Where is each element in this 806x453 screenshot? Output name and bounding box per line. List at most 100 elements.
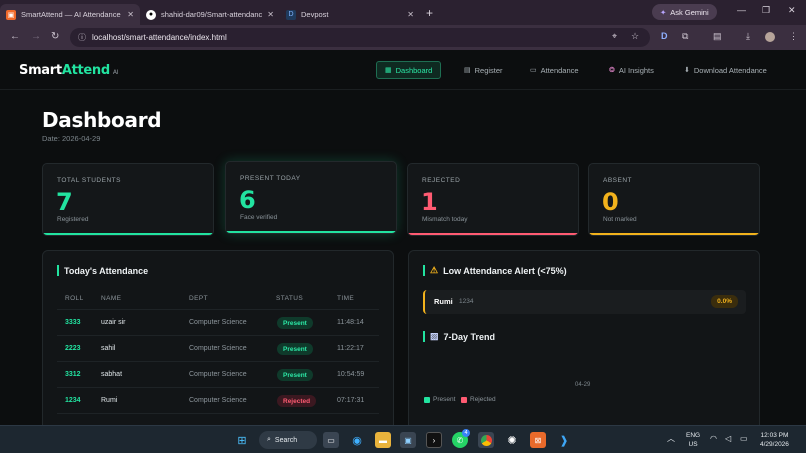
stat-sub: Face verified [240, 214, 278, 221]
download-icon[interactable]: ⤓ [746, 31, 750, 42]
column-header-dept[interactable]: DEPT [189, 295, 208, 302]
cell-dept: Computer Science [189, 397, 247, 404]
table-row[interactable]: 3312 sabhat Computer Science Present 10:… [57, 361, 379, 387]
clock[interactable]: 12:03 PM 4/29/2026 [760, 431, 789, 449]
nav-download-attendance[interactable]: ⬇ Download Attendance [676, 61, 775, 79]
download-icon: ⬇ [684, 67, 690, 74]
top-navigation: SmartAttend AI ▦ Dashboard ▤ Register ▭ A… [0, 50, 806, 90]
language-indicator[interactable]: ENG US [686, 431, 700, 449]
url-input[interactable]: ⓘ localhost/smart-attendance/index.html [70, 28, 650, 47]
cell-time: 10:54:59 [337, 371, 365, 378]
column-header-time[interactable]: TIME [337, 295, 354, 302]
maximize-icon[interactable]: ❐ [762, 5, 770, 16]
close-tab-icon[interactable]: ✕ [267, 10, 274, 19]
file-explorer-icon[interactable]: ▬ [375, 432, 391, 448]
app-logo[interactable]: SmartAttend AI [19, 63, 118, 78]
taskbar-search[interactable]: ⌕ Search [259, 431, 317, 449]
profile-avatar[interactable] [765, 32, 775, 42]
column-header-roll[interactable]: ROLL [65, 295, 84, 302]
cell-dept: Computer Science [189, 345, 247, 352]
low-attendance-item[interactable]: Rumi 1234 0.0% [423, 290, 746, 314]
tab-title: shahid-dar09/Smart-attendance [161, 10, 263, 19]
chart-icon: ▦ [385, 67, 392, 74]
table-row[interactable]: 2223 sahil Computer Science Present 11:2… [57, 335, 379, 361]
stat-sub: Registered [57, 216, 89, 223]
cell-dept: Computer Science [189, 319, 247, 326]
tab-smartattend[interactable]: ▣ SmartAttend — AI Attendance ✕ [0, 4, 140, 25]
devpost-favicon: D [286, 9, 296, 20]
table-row[interactable]: 3333 uzair sir Computer Science Present … [57, 309, 379, 335]
stat-accent-bar [589, 233, 759, 235]
stat-card-present-today: PRESENT TODAY 6 Face verified [225, 161, 397, 234]
xampp-icon[interactable]: ⊠ [530, 432, 546, 448]
stat-sub: Not marked [603, 216, 637, 223]
close-tab-icon[interactable]: ✕ [407, 10, 414, 19]
minimize-icon[interactable]: — [737, 5, 746, 15]
reload-icon[interactable]: ↻ [51, 31, 59, 42]
column-header-status[interactable]: STATUS [276, 295, 303, 302]
bookmark-star-icon[interactable]: ☆ [631, 31, 639, 42]
tab-devpost[interactable]: D Devpost ✕ [280, 4, 420, 25]
ask-gemini-button[interactable]: ✦ Ask Gemini [652, 4, 717, 20]
tab-title: Devpost [301, 10, 329, 19]
cell-name: sabhat [101, 371, 123, 378]
windows-start-icon[interactable]: ⊞ [234, 432, 250, 448]
new-tab-icon[interactable]: + [426, 6, 433, 20]
chatgpt-icon[interactable]: ✺ [504, 432, 520, 448]
attendance-percent-badge: 0.0% [711, 295, 738, 308]
nav-register[interactable]: ▤ Register [456, 61, 511, 79]
cell-roll: 2223 [65, 345, 81, 352]
task-view-icon[interactable]: ▭ [323, 432, 339, 448]
clock-date: 4/29/2026 [760, 441, 789, 448]
table-row[interactable]: 1234 Rumi Computer Science Rejected 07:1… [57, 387, 379, 413]
legend-rejected[interactable]: Rejected [461, 396, 496, 403]
forward-icon[interactable]: → [31, 31, 41, 42]
battery-icon[interactable]: ▭ [740, 434, 748, 443]
column-header-name[interactable]: NAME [101, 295, 121, 302]
address-bar-row: ← → ↻ ⓘ localhost/smart-attendance/index… [0, 25, 806, 50]
wifi-icon[interactable]: ◠ [710, 434, 717, 443]
nav-ai-insights[interactable]: ❂ AI Insights [601, 61, 662, 79]
stat-label: PRESENT TODAY [240, 175, 301, 182]
insights-panel: ⚠ Low Attendance Alert (<75%) Rumi 1234 … [408, 250, 760, 425]
cell-time: 11:22:17 [337, 345, 364, 352]
page-title: Dashboard [42, 108, 162, 132]
search-icon: ⌕ [267, 436, 271, 443]
logo-suffix: AI [112, 69, 119, 76]
lang-bottom: US [688, 441, 698, 448]
tab-github[interactable]: ● shahid-dar09/Smart-attendance ✕ [140, 4, 280, 25]
tab-title: SmartAttend — AI Attendance [21, 10, 121, 19]
close-window-icon[interactable]: ✕ [788, 5, 796, 16]
location-icon[interactable]: ⌖ [612, 31, 617, 42]
table-row[interactable] [57, 413, 379, 425]
legend-present[interactable]: Present [424, 396, 455, 403]
cell-name: sahil [101, 345, 116, 352]
menu-kebab-icon[interactable]: ⋮ [789, 31, 798, 42]
terminal-icon[interactable]: › [426, 432, 442, 448]
extensions-puzzle-icon[interactable]: ⧉ [682, 31, 688, 42]
store-icon[interactable]: ▣ [400, 432, 416, 448]
close-tab-icon[interactable]: ✕ [127, 10, 134, 19]
nav-attendance[interactable]: ▭ Attendance [522, 61, 587, 79]
chevron-up-icon[interactable]: ︿ [667, 434, 675, 443]
edge-icon[interactable]: ◉ [349, 432, 365, 448]
sparkle-icon: ✦ [660, 7, 667, 17]
chrome-icon[interactable] [478, 432, 494, 448]
logo-accent: Attend [61, 63, 110, 78]
back-icon[interactable]: ← [10, 31, 20, 42]
table-header: ROLL NAME DEPT STATUS TIME [43, 293, 393, 307]
nav-label: Dashboard [395, 65, 433, 75]
cell-name: Rumi [101, 397, 118, 404]
volume-icon[interactable]: ◁ [725, 434, 731, 443]
legend-swatch [424, 396, 430, 403]
brain-icon: ❂ [609, 67, 615, 74]
tab-search-icon[interactable]: ▤ [713, 31, 722, 42]
nav-dashboard[interactable]: ▦ Dashboard [376, 61, 442, 79]
nav-label: Attendance [540, 65, 579, 75]
extension-d-icon[interactable]: D [661, 31, 668, 41]
stat-value: 0 [602, 188, 619, 216]
vscode-icon[interactable]: ❱ [556, 432, 572, 448]
cell-name: uzair sir [101, 319, 126, 326]
site-info-icon[interactable]: ⓘ [78, 32, 86, 43]
status-badge: Present [277, 317, 313, 329]
